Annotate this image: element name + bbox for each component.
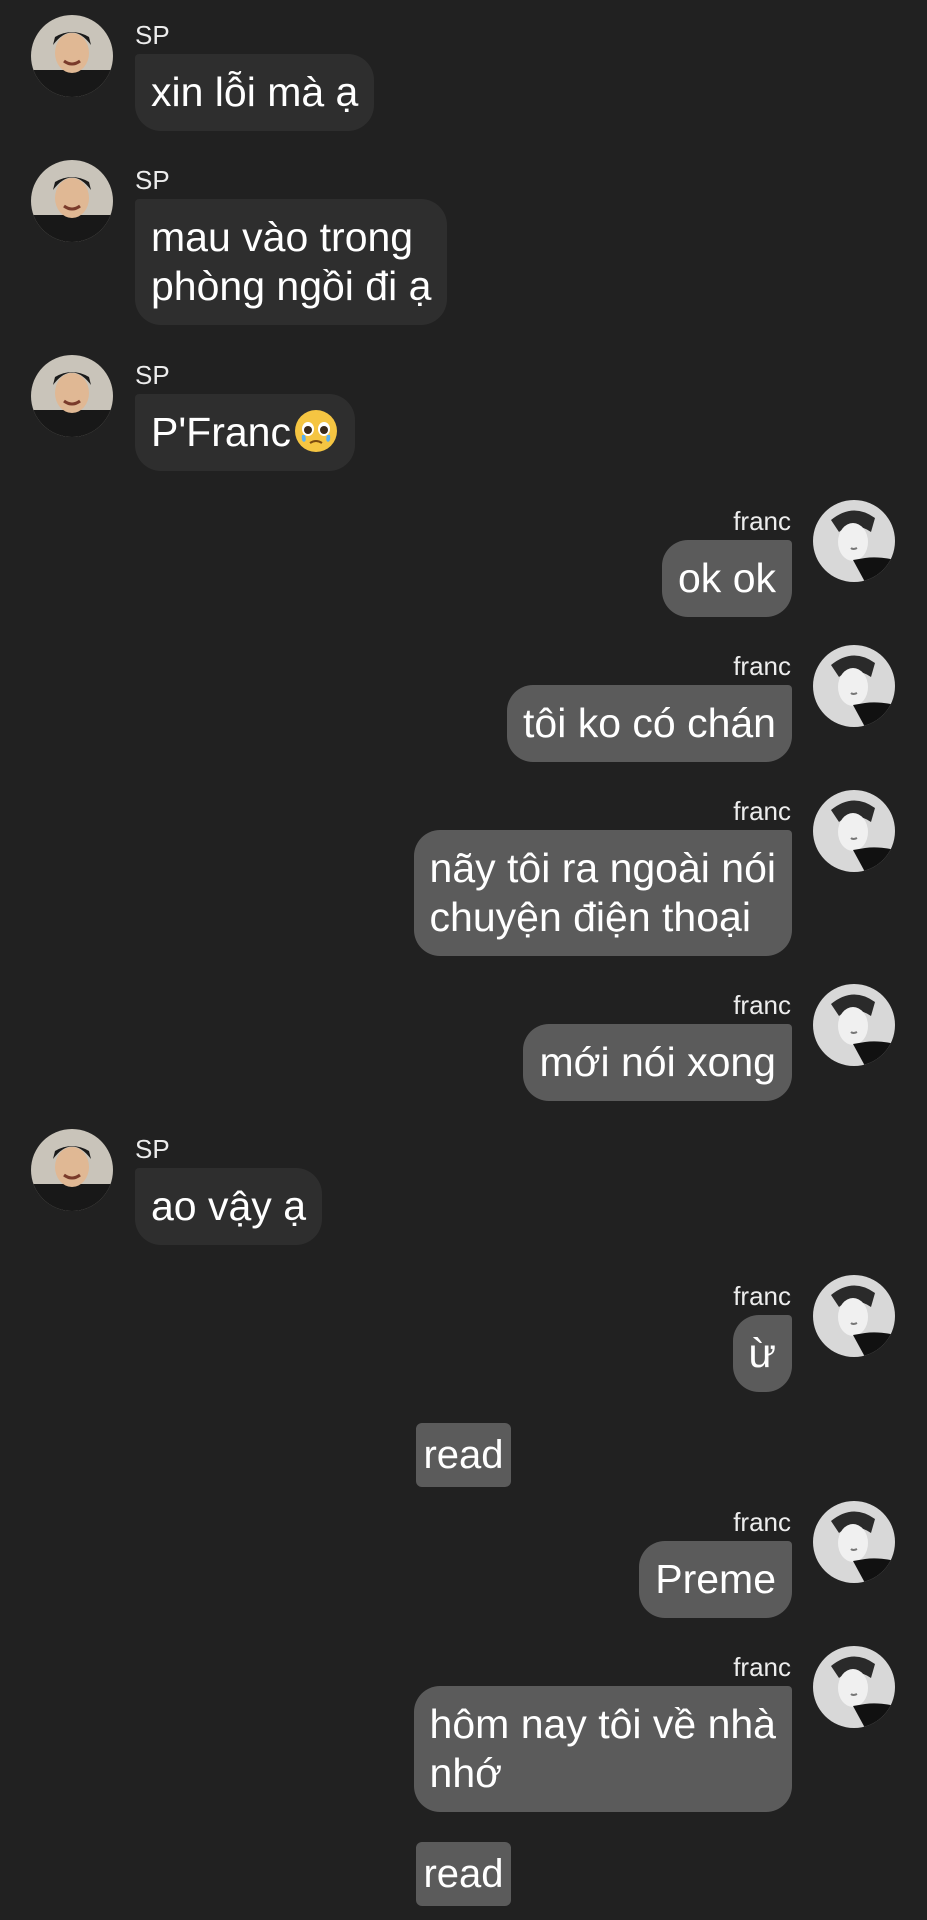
message-text-line: hôm nay tôi về nhà bbox=[429, 1701, 776, 1747]
sender-name: franc bbox=[733, 1281, 791, 1311]
message-text-line: mau vào trong bbox=[151, 214, 414, 260]
message-bubble[interactable]: ao vậy ạ bbox=[135, 1168, 322, 1245]
sender-name: SP bbox=[135, 165, 170, 195]
message-text-line: chuyện điện thoại bbox=[429, 894, 751, 940]
sender-name: franc bbox=[733, 651, 791, 681]
message-text: P'Franc bbox=[151, 409, 291, 455]
message-bubble[interactable]: hôm nay tôi về nhà nhớ bbox=[413, 1686, 792, 1812]
read-receipt: read bbox=[416, 1423, 511, 1487]
avatar[interactable] bbox=[813, 984, 895, 1066]
message-text: ok ok bbox=[678, 555, 776, 601]
message-bubble[interactable]: Preme bbox=[639, 1541, 792, 1618]
sender-name: franc bbox=[733, 1652, 791, 1682]
avatar[interactable] bbox=[813, 645, 895, 727]
read-receipt: read bbox=[416, 1842, 511, 1906]
avatar[interactable] bbox=[813, 1501, 895, 1583]
chat-thread[interactable]: SP xin lỗi mà ạ SP mau vào trong phòng n… bbox=[0, 0, 927, 1920]
sender-name: franc bbox=[733, 1507, 791, 1537]
avatar[interactable] bbox=[813, 1646, 895, 1728]
avatar[interactable] bbox=[31, 1129, 113, 1211]
message-bubble[interactable]: ok ok bbox=[662, 540, 792, 617]
message-bubble[interactable]: nãy tôi ra ngoài nói chuyện điện thoại bbox=[413, 830, 792, 956]
message-text-line: nãy tôi ra ngoài nói bbox=[429, 845, 776, 891]
message-text-line: phòng ngồi đi ạ bbox=[151, 263, 432, 309]
message-text: tôi ko có chán bbox=[523, 700, 776, 746]
message-bubble[interactable]: ừ bbox=[732, 1315, 792, 1392]
message-text-line: nhớ bbox=[429, 1750, 503, 1796]
message-bubble[interactable]: xin lỗi mà ạ bbox=[135, 54, 375, 131]
avatar[interactable] bbox=[31, 160, 113, 242]
sender-name: franc bbox=[733, 506, 791, 536]
message-text: mới nói xong bbox=[539, 1039, 776, 1085]
message-bubble[interactable]: mới nói xong bbox=[523, 1024, 792, 1101]
message-bubble[interactable]: P'Franc bbox=[135, 394, 355, 471]
sender-name: franc bbox=[733, 990, 791, 1020]
avatar[interactable] bbox=[31, 355, 113, 437]
message-text: ao vậy ạ bbox=[151, 1183, 306, 1229]
message-bubble[interactable]: mau vào trong phòng ngồi đi ạ bbox=[135, 199, 448, 325]
message-text: xin lỗi mà ạ bbox=[151, 69, 359, 115]
avatar[interactable] bbox=[813, 790, 895, 872]
avatar[interactable] bbox=[813, 500, 895, 582]
message-bubble[interactable]: tôi ko có chán bbox=[507, 685, 792, 762]
sender-name: SP bbox=[135, 20, 170, 50]
pleading-face-emoji-icon bbox=[293, 408, 339, 454]
sender-name: franc bbox=[733, 796, 791, 826]
avatar[interactable] bbox=[31, 15, 113, 97]
message-text: Preme bbox=[655, 1556, 776, 1602]
avatar[interactable] bbox=[813, 1275, 895, 1357]
sender-name: SP bbox=[135, 1134, 170, 1164]
sender-name: SP bbox=[135, 360, 170, 390]
message-text: ừ bbox=[748, 1330, 776, 1376]
